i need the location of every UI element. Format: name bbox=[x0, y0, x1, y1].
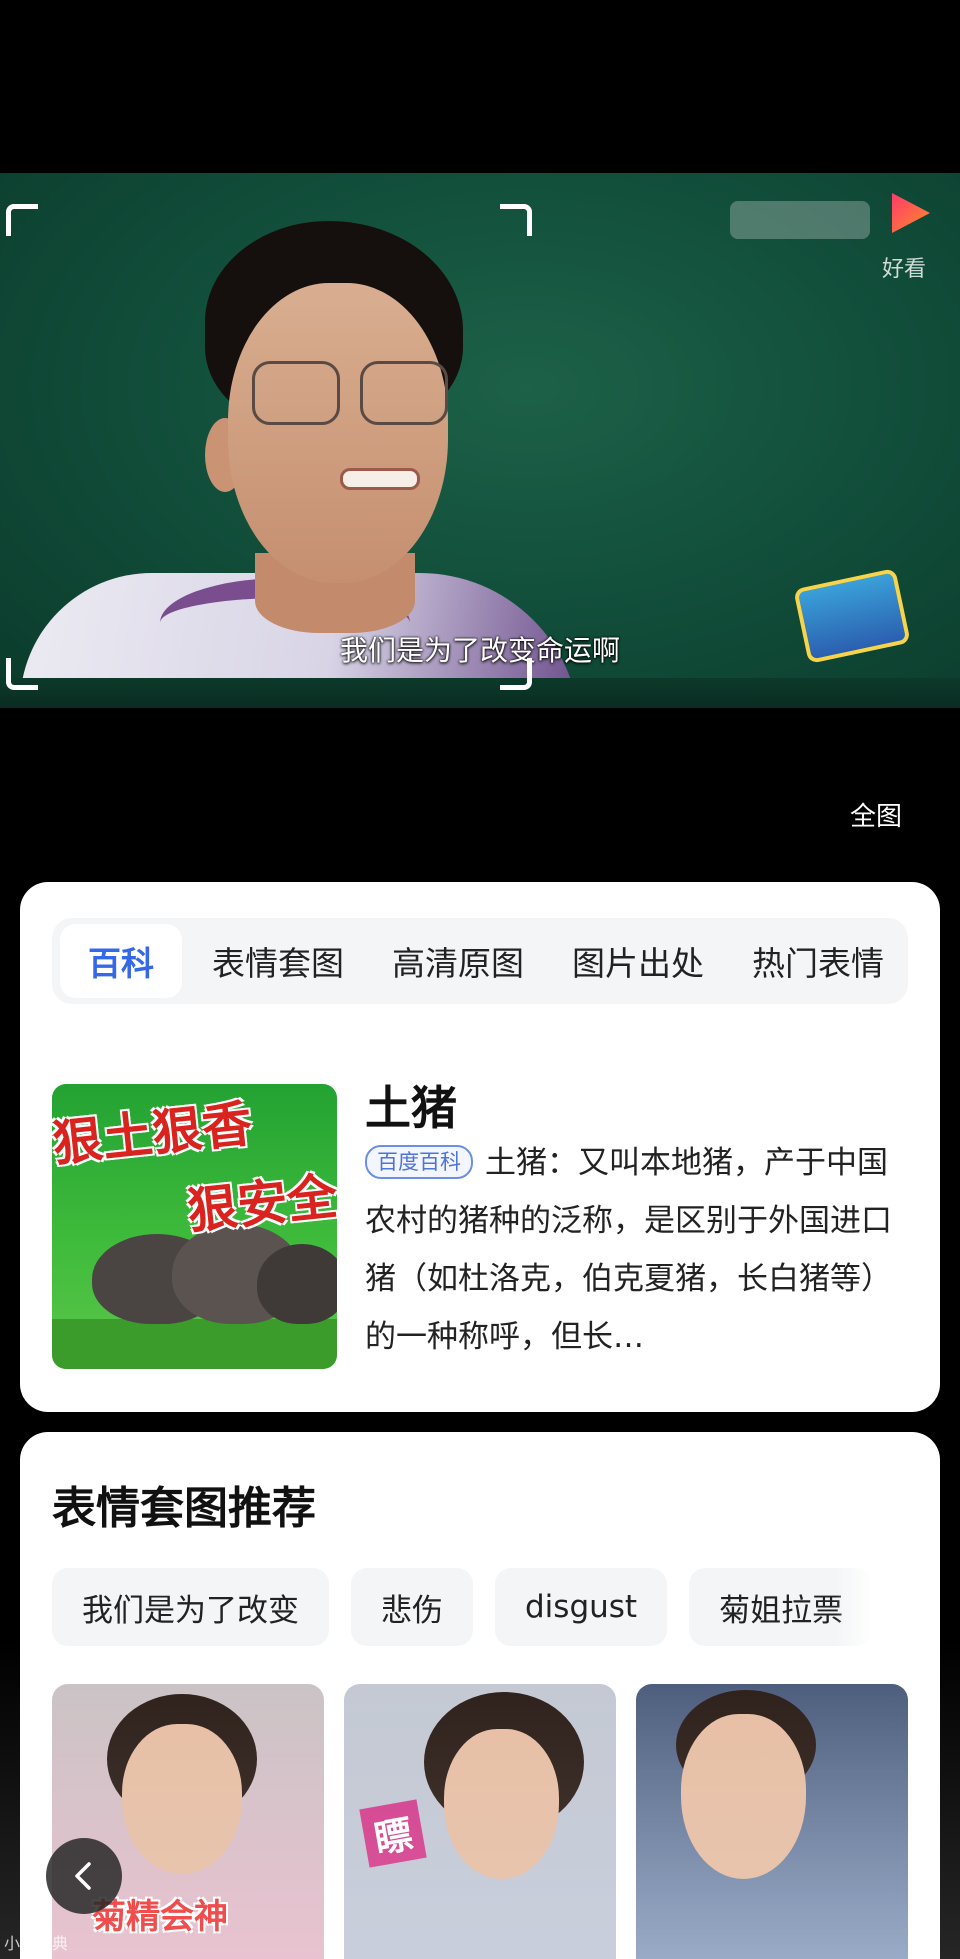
tile-caption: 瞟 bbox=[359, 1799, 427, 1868]
tile-face bbox=[444, 1729, 559, 1879]
crop-handle-top-left[interactable] bbox=[6, 204, 38, 236]
meme-image-tile[interactable]: 菊精会神 bbox=[52, 1684, 324, 1959]
chevron-left-icon bbox=[75, 1862, 91, 1890]
video-subtitle: 我们是为了改变命运啊 bbox=[339, 634, 620, 667]
result-card-meme-sets: 表情套图推荐 我们是为了改变 悲伤 disgust 菊姐拉票 菊精会神 瞟 bbox=[20, 1432, 940, 1959]
meme-image-grid: 菊精会神 瞟 bbox=[52, 1684, 908, 1959]
tab-hot-memes[interactable]: 热门表情 bbox=[728, 924, 908, 998]
thumb-slogan-2: 狠安全 bbox=[184, 1166, 337, 1241]
chip-item[interactable]: 菊姐拉票 bbox=[689, 1568, 874, 1646]
baike-title[interactable]: 土猪 bbox=[365, 1072, 457, 1138]
meme-sets-title: 表情套图推荐 bbox=[52, 1483, 316, 1534]
video-watermark: 好看 bbox=[882, 257, 927, 282]
crop-handle-bottom-right[interactable] bbox=[500, 658, 532, 690]
result-tabs: 百科 表情套图 高清原图 图片出处 热门表情 bbox=[52, 918, 908, 1004]
full-image-button[interactable]: 全图 bbox=[850, 796, 902, 833]
glasses-right-lens bbox=[360, 361, 448, 425]
back-button[interactable] bbox=[46, 1838, 122, 1914]
tile-face bbox=[681, 1714, 806, 1879]
person-mouth bbox=[340, 468, 420, 490]
chip-item[interactable]: disgust bbox=[495, 1568, 668, 1646]
app-watermark: 小猪词典 bbox=[4, 1934, 69, 1953]
thumb-grass bbox=[52, 1319, 337, 1369]
glasses-left-lens bbox=[252, 361, 340, 425]
meme-set-chips: 我们是为了改变 悲伤 disgust 菊姐拉票 bbox=[52, 1568, 908, 1650]
meme-image-tile[interactable] bbox=[636, 1684, 908, 1959]
video-app-logo-icon bbox=[892, 193, 930, 233]
person-face bbox=[228, 283, 448, 583]
tab-baike[interactable]: 百科 bbox=[60, 924, 182, 998]
tab-meme-sets[interactable]: 表情套图 bbox=[188, 924, 368, 998]
captured-video-frame: 好看 我们是为了改变命运啊 bbox=[0, 173, 960, 708]
baike-source-badge: 百度百科 bbox=[365, 1145, 473, 1179]
video-bottom-strip bbox=[0, 678, 960, 708]
baike-description[interactable]: 百度百科 土猪：又叫本地猪，产于中国农村的猪种的泛称，是区别于外国进口猪（如杜洛克… bbox=[365, 1134, 905, 1366]
tab-image-source[interactable]: 图片出处 bbox=[548, 924, 728, 998]
pig-figure bbox=[257, 1244, 337, 1324]
crop-handle-bottom-left[interactable] bbox=[6, 658, 38, 690]
image-search-screen: 好看 我们是为了改变命运啊 全图 百科 表情套图 高清原图 图片出处 热门表情 bbox=[0, 0, 960, 1959]
baike-thumbnail[interactable]: 狠土狠香 狠安全 bbox=[52, 1084, 337, 1369]
meme-image-tile[interactable]: 瞟 bbox=[344, 1684, 616, 1959]
blurred-channel-logo bbox=[730, 201, 870, 239]
result-card-baike: 百科 表情套图 高清原图 图片出处 热门表情 狠土狠香 狠安全 土猪 百度百科土… bbox=[20, 882, 940, 1412]
chip-item[interactable]: 悲伤 bbox=[351, 1568, 473, 1646]
tile-face bbox=[122, 1724, 242, 1874]
tab-hd-original[interactable]: 高清原图 bbox=[368, 924, 548, 998]
show-badge bbox=[793, 568, 911, 664]
chip-item[interactable]: 我们是为了改变 bbox=[52, 1568, 329, 1646]
thumb-slogan-1: 狠土狠香 bbox=[52, 1093, 255, 1174]
crop-handle-top-right[interactable] bbox=[500, 204, 532, 236]
